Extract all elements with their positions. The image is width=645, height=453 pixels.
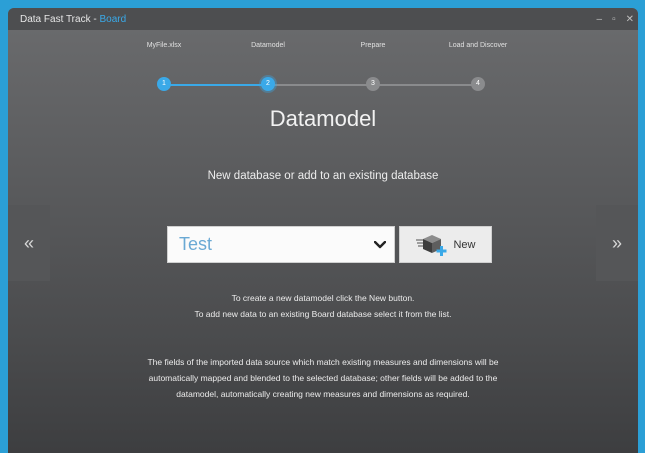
page-subtitle: New database or add to an existing datab…	[207, 170, 439, 182]
instructions-text: To create a new datamodel click the New …	[8, 290, 638, 322]
step-connector-done	[164, 84, 268, 86]
step-label-4: Load and Discover	[448, 42, 508, 49]
instructions-line-2: To add new data to an existing Board dat…	[194, 309, 452, 319]
window-title: Data Fast Track - Board	[20, 14, 126, 25]
mapping-info-line-2: automatically mapped and blended to the …	[148, 373, 498, 383]
new-database-icon	[415, 233, 449, 257]
new-database-button-label: New	[453, 238, 476, 251]
double-chevron-left-icon: «	[23, 232, 34, 253]
database-select[interactable]: Test	[167, 226, 395, 263]
page-title: Datamodel	[269, 106, 377, 131]
database-select-value: Test	[179, 234, 213, 254]
maximize-button[interactable]: ▫	[612, 14, 616, 25]
wizard-stepper: MyFile.xlsx Datamodel Prepare Load and D…	[8, 30, 638, 91]
step-dot-1[interactable]: 1	[157, 77, 171, 91]
step-dot-2[interactable]: 2	[261, 77, 275, 91]
new-database-button[interactable]: New	[399, 226, 492, 263]
step-dot-4[interactable]: 4	[471, 77, 485, 91]
mapping-info-line-3: datamodel, automatically creating new me…	[176, 389, 470, 399]
mapping-info-text: The fields of the imported data source w…	[8, 354, 638, 402]
mapping-info-line-1: The fields of the imported data source w…	[147, 357, 499, 367]
window-title-brand: Board	[99, 13, 127, 25]
title-bar: Data Fast Track - Board – ▫ ✕	[8, 8, 638, 30]
step-label-1: MyFile.xlsx	[146, 42, 182, 49]
window-title-prefix: Data Fast Track -	[20, 13, 100, 25]
step-dot-3[interactable]: 3	[366, 77, 380, 91]
close-button[interactable]: ✕	[626, 14, 634, 25]
step-label-3: Prepare	[360, 42, 386, 49]
chevron-down-icon	[366, 240, 394, 249]
app-window: Data Fast Track - Board – ▫ ✕ MyFile.xls…	[8, 8, 638, 453]
step-label-2: Datamodel	[251, 42, 285, 49]
previous-step-button[interactable]: «	[8, 205, 50, 281]
minimize-button[interactable]: –	[597, 14, 603, 25]
window-controls: – ▫ ✕	[597, 8, 635, 30]
double-chevron-right-icon: »	[611, 232, 622, 253]
next-step-button[interactable]: »	[596, 205, 638, 281]
instructions-line-1: To create a new datamodel click the New …	[231, 293, 415, 303]
